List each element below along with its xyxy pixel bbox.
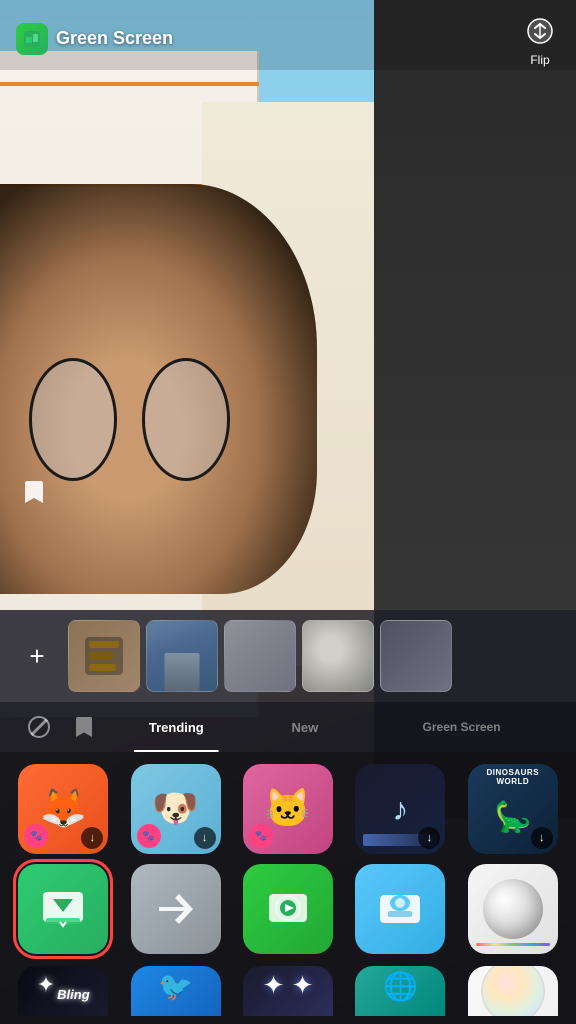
bottom-panel: +: [0, 610, 576, 1024]
app-icon-arrow[interactable]: [131, 864, 221, 954]
app-icon-music[interactable]: ♪ ↓: [355, 764, 445, 854]
header-title: Green Screen: [56, 28, 173, 49]
app-icon-wrapper-livephoto[interactable]: [237, 864, 339, 954]
glasses: [29, 358, 231, 481]
app-icon-wrapper-petcloud[interactable]: 🐶 🐾 ↓: [124, 764, 226, 854]
green-screen-tab-label: Green Screen: [407, 720, 517, 734]
bling-sparkle-icon: ✦: [37, 972, 55, 998]
app-icon-wrapper-bling[interactable]: ✦ Bling: [12, 966, 114, 1016]
tab-trending[interactable]: Trending: [106, 702, 247, 752]
app-icon-stars-partial[interactable]: ✦ ✦: [243, 966, 333, 1016]
app-icon-wrapper-teal[interactable]: 🌐: [349, 966, 451, 1016]
app-icon-livephoto[interactable]: [243, 864, 333, 954]
app-icon-wrapper-dino[interactable]: DINOSAURSWORLD 🦕 ↓: [462, 764, 564, 854]
thumbnail-item-2[interactable]: [146, 620, 218, 692]
tab-new[interactable]: New: [247, 702, 363, 752]
flip-icon-circle: [520, 11, 560, 51]
header-right[interactable]: Flip: [520, 11, 560, 67]
glass-left: [29, 358, 118, 481]
app-icon-wrapper-catar[interactable]: 🐱 🐾: [237, 764, 339, 854]
app-icon-imgcloud[interactable]: [355, 864, 445, 954]
thumbnail-item-3[interactable]: [224, 620, 296, 692]
no-circle-icon: [28, 716, 50, 738]
dl-badge-1: ↓: [81, 827, 103, 849]
rainbow-ball: [483, 966, 543, 1016]
app-icon-petcloud[interactable]: 🐶 🐾 ↓: [131, 764, 221, 854]
app-icon-wrapper-arrow[interactable]: [124, 864, 226, 954]
tab-bookmarks[interactable]: [62, 702, 106, 752]
app-icon-dino[interactable]: DINOSAURSWORLD 🦕 ↓: [468, 764, 558, 854]
thumbnail-item-5[interactable]: [380, 620, 452, 692]
app-icon-wrapper-pawcat[interactable]: 🦊 🐾 ↓: [12, 764, 114, 854]
thumbnail-item-4[interactable]: [302, 620, 374, 692]
tab-green-screen[interactable]: Green Screen: [363, 702, 560, 752]
header-left: Green Screen: [16, 23, 173, 55]
tab-bar: Trending New Green Screen: [0, 702, 576, 752]
bookmark-tab-icon: [74, 715, 94, 739]
app-icon-wrapper-imgcloud[interactable]: [349, 864, 451, 954]
bookmark-icon: [16, 474, 52, 510]
dl-badge-2: ↓: [194, 827, 216, 849]
bookmark-button[interactable]: [16, 474, 52, 510]
app-icon-wrapper-bird[interactable]: 🐦: [124, 966, 226, 1016]
paw-badge-1: 🐾: [24, 824, 48, 848]
orange-trim-1: [0, 82, 259, 86]
thumbnail-strip[interactable]: +: [0, 610, 576, 702]
app-icon-teal-partial[interactable]: 🌐: [355, 966, 445, 1016]
app-icon-catar[interactable]: 🐱 🐾: [243, 764, 333, 854]
app-icon-ball[interactable]: [468, 864, 558, 954]
thumbnail-item-1[interactable]: [68, 620, 140, 692]
trending-label: Trending: [133, 720, 220, 735]
tab-blocked[interactable]: [16, 702, 62, 752]
app-grid: 🦊 🐾 ↓ 🐶 🐾 ↓ 🐱 🐾: [0, 752, 576, 966]
top-header: Green Screen Flip: [0, 0, 576, 70]
partial-app-row: ✦ Bling 🐦 ✦ ✦ 🌐: [0, 966, 576, 1024]
app-icon-wrapper-rainbow[interactable]: [462, 966, 564, 1016]
ball-3d: [483, 879, 543, 939]
app-icon-imgdl[interactable]: [18, 864, 108, 954]
add-background-button[interactable]: +: [12, 631, 62, 681]
dl-badge-music: ↓: [418, 827, 440, 849]
app-icon-wrapper-imgdl[interactable]: [12, 864, 114, 954]
glass-right: [142, 358, 231, 481]
app-icon-wrapper-ball[interactable]: [462, 864, 564, 954]
paw-badge-3: 🐾: [249, 824, 273, 848]
app-icon-pawcat[interactable]: 🦊 🐾 ↓: [18, 764, 108, 854]
green-screen-icon: [16, 23, 48, 55]
app-icon-bird-partial[interactable]: 🐦: [131, 966, 221, 1016]
app-icon-rainbow-partial[interactable]: [468, 966, 558, 1016]
app-icon-wrapper-stars[interactable]: ✦ ✦: [237, 966, 339, 1016]
paw-badge-2: 🐾: [137, 824, 161, 848]
dino-text: DINOSAURSWORLD: [468, 769, 558, 787]
app-icon-wrapper-music[interactable]: ♪ ↓: [349, 764, 451, 854]
new-label: New: [275, 720, 334, 735]
flip-label: Flip: [530, 53, 549, 67]
app-icon-bling-partial[interactable]: ✦ Bling: [18, 966, 108, 1016]
dl-badge-dino: ↓: [531, 827, 553, 849]
app-container: Green Screen Flip +: [0, 0, 576, 1024]
